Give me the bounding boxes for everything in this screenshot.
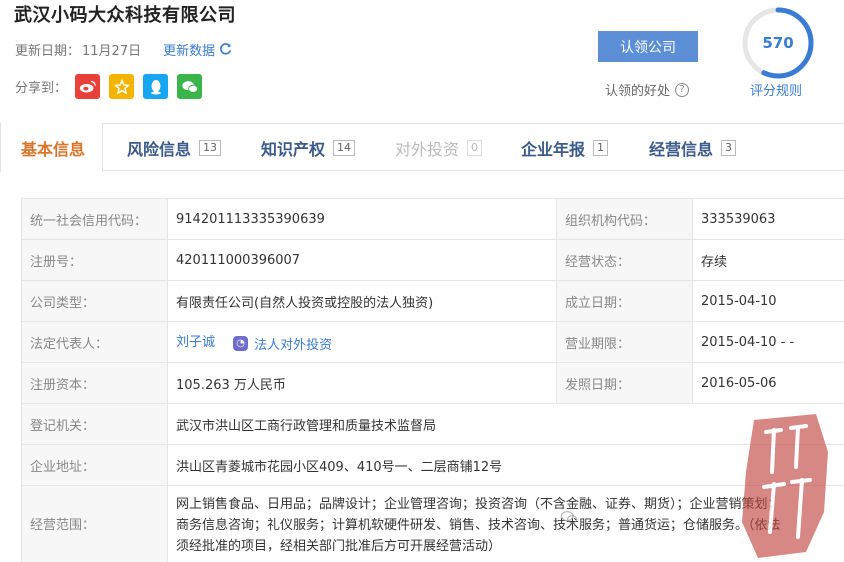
address-label: 企业地址： bbox=[21, 444, 168, 486]
weibo-icon bbox=[79, 80, 96, 93]
claim-benefit-label: 认领的好处 bbox=[605, 84, 671, 99]
tab-bar: 基本信息 风险信息 13 知识产权 14 对外投资 0 企业年报 1 经营信息 … bbox=[0, 123, 844, 172]
tab-count: 3 bbox=[721, 139, 737, 156]
founded-label: 成立日期： bbox=[556, 280, 693, 322]
term-label: 营业期限： bbox=[556, 321, 693, 363]
tab-annual-report[interactable]: 企业年报 1 bbox=[521, 124, 609, 171]
legal-rep-link[interactable]: 刘子诚 bbox=[176, 335, 215, 350]
tab-count: 1 bbox=[593, 139, 609, 156]
wechat-icon bbox=[181, 80, 198, 93]
org-code-label: 组织机构代码： bbox=[556, 198, 693, 240]
company-type-label: 公司类型： bbox=[21, 280, 168, 322]
org-code-value: 333539063 bbox=[692, 198, 844, 240]
founded-value: 2015-04-10 bbox=[692, 280, 844, 322]
issue-date-value: 2016-05-06 bbox=[692, 362, 844, 404]
weibo-share-button[interactable] bbox=[75, 74, 101, 99]
table-row: 企业地址： 洪山区青菱城市花园小区409、410号一、二层商铺12号 bbox=[21, 444, 844, 486]
qzone-share-button[interactable] bbox=[109, 74, 135, 99]
credit-code-value: 914201113335390639 bbox=[167, 198, 557, 240]
tab-count: 0 bbox=[467, 139, 483, 156]
watermark-stamp bbox=[742, 414, 828, 558]
claim-benefit-link[interactable]: 认领的好处 ? bbox=[605, 80, 690, 99]
company-title: 武汉小码大众科技有限公司 bbox=[14, 5, 236, 26]
issue-date-label: 发照日期： bbox=[556, 362, 693, 404]
tab-label: 基本信息 bbox=[21, 139, 86, 159]
legal-invest-label: 法人对外投资 bbox=[254, 338, 333, 353]
authority-label: 登记机关： bbox=[21, 403, 168, 445]
table-row: 法定代表人： 刘子诚 ◔ 法人对外投资 营业期限： 2015-04-10 - - bbox=[21, 321, 844, 363]
wechat-share-button[interactable] bbox=[177, 74, 203, 99]
share-label: 分享到： bbox=[15, 81, 68, 96]
refresh-label: 更新数据 bbox=[163, 44, 216, 59]
update-date: 11月27日 bbox=[82, 44, 142, 59]
update-label: 更新日期： bbox=[15, 44, 81, 59]
status-value: 存续 bbox=[692, 239, 844, 281]
tab-basic-info[interactable]: 基本信息 bbox=[0, 123, 103, 172]
legal-rep-label: 法定代表人： bbox=[21, 321, 168, 363]
share-row: 分享到： bbox=[15, 74, 211, 99]
tab-label: 企业年报 bbox=[521, 139, 586, 159]
capital-label: 注册资本： bbox=[21, 362, 168, 404]
refresh-data-link[interactable]: 更新数据 bbox=[163, 40, 232, 59]
tab-risk-info[interactable]: 风险信息 13 bbox=[127, 124, 222, 171]
table-row: 注册资本： 105.263 万人民币 发照日期： 2016-05-06 bbox=[21, 362, 844, 404]
refresh-icon bbox=[220, 43, 232, 55]
table-row: 统一社会信用代码： 914201113335390639 组织机构代码： 333… bbox=[21, 198, 844, 240]
tab-label: 经营信息 bbox=[649, 139, 714, 159]
tab-label: 知识产权 bbox=[261, 139, 326, 159]
credit-code-label: 统一社会信用代码： bbox=[21, 198, 168, 240]
term-value: 2015-04-10 - - bbox=[692, 321, 844, 363]
table-row: 经营范围： 网上销售食品、日用品；品牌设计；企业管理咨询；投资咨询（不含金融、证… bbox=[21, 485, 844, 562]
score-rule-link[interactable]: 评分规则 bbox=[750, 80, 802, 99]
reg-no-label: 注册号： bbox=[21, 239, 168, 281]
legal-rep-cell: 刘子诚 ◔ 法人对外投资 bbox=[167, 321, 557, 363]
basic-info-table: 统一社会信用代码： 914201113335390639 组织机构代码： 333… bbox=[21, 198, 844, 562]
question-icon: ? bbox=[675, 82, 690, 97]
scope-label: 经营范围： bbox=[21, 485, 168, 562]
qq-share-button[interactable] bbox=[143, 74, 169, 99]
table-row: 公司类型： 有限责任公司(自然人投资或控股的法人独资) 成立日期： 2015-0… bbox=[21, 280, 844, 322]
tab-count: 14 bbox=[333, 139, 356, 156]
status-label: 经营状态： bbox=[556, 239, 693, 281]
person-badge-icon: ◔ bbox=[233, 336, 249, 351]
tab-label: 对外投资 bbox=[395, 139, 460, 159]
tab-label: 风险信息 bbox=[127, 139, 192, 159]
watermark-wechat-icon bbox=[560, 510, 578, 525]
capital-value: 105.263 万人民币 bbox=[167, 362, 557, 404]
tab-business-info[interactable]: 经营信息 3 bbox=[649, 124, 737, 171]
company-type-value: 有限责任公司(自然人投资或控股的法人独资) bbox=[167, 280, 557, 322]
table-row: 登记机关： 武汉市洪山区工商行政管理和质量技术监督局 bbox=[21, 403, 844, 445]
table-row: 注册号： 420111000396007 经营状态： 存续 bbox=[21, 239, 844, 281]
tab-ip[interactable]: 知识产权 14 bbox=[261, 124, 356, 171]
star-icon bbox=[113, 78, 130, 94]
tab-investment[interactable]: 对外投资 0 bbox=[395, 124, 483, 171]
qq-penguin-icon bbox=[150, 79, 161, 94]
score-value: 570 bbox=[762, 34, 794, 52]
legal-invest-link[interactable]: ◔ 法人对外投资 bbox=[233, 334, 332, 353]
reg-no-value: 420111000396007 bbox=[167, 239, 557, 281]
claim-company-button[interactable]: 认领公司 bbox=[598, 31, 698, 62]
tab-count: 13 bbox=[199, 139, 222, 156]
update-row: 更新日期： 11月27日 更新数据 bbox=[15, 40, 232, 59]
